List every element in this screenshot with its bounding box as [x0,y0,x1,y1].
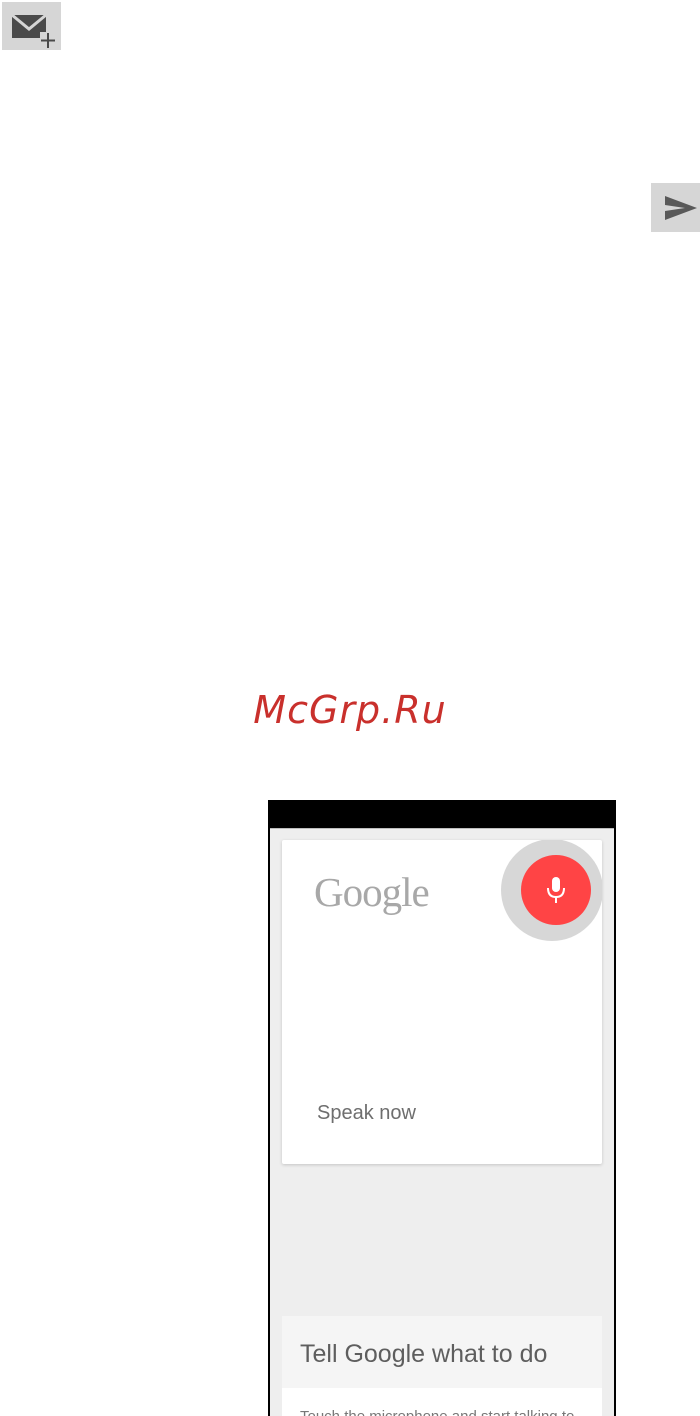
divider [270,828,614,829]
phone-screenshot: Google Speak now Tell Google what to do … [268,800,616,1416]
microphone-icon [547,877,565,903]
speak-now-text: Speak now [317,1102,416,1124]
send-icon [651,183,700,232]
voice-search-screen: Google Speak now Tell Google what to do … [270,828,614,1416]
instruction-card: Touch the microphone and start talking t… [282,1388,602,1416]
instruction-text: Touch the microphone and start talking t… [300,1408,574,1416]
microphone-button[interactable] [521,855,591,925]
google-logo: Google [314,869,430,915]
voice-search-card: Google Speak now [282,840,602,1164]
watermark: McGrp.Ru [253,688,447,732]
tell-google-card: Tell Google what to do [282,1316,602,1388]
compose-email-icon [2,2,61,50]
tell-google-title: Tell Google what to do [300,1340,548,1368]
